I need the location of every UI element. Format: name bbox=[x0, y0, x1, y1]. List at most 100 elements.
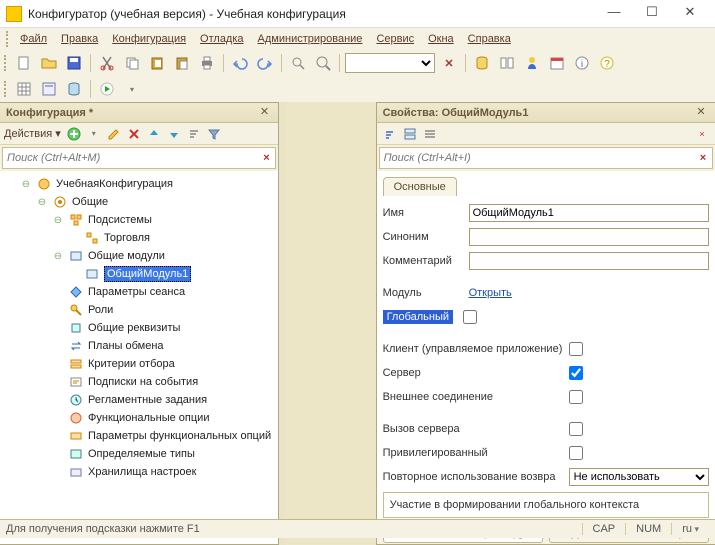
expand-icon[interactable]: ⊖ bbox=[52, 214, 64, 226]
input-name[interactable] bbox=[469, 204, 709, 222]
config-tree[interactable]: ⊖ УчебнаяКонфигурация ⊖ Общие ⊖ Подсисте… bbox=[0, 171, 278, 544]
check-external[interactable] bbox=[569, 390, 583, 404]
delete-icon[interactable] bbox=[125, 125, 143, 143]
props-search-clear[interactable]: × bbox=[694, 152, 712, 164]
move-up-icon[interactable] bbox=[145, 125, 163, 143]
clear-button[interactable]: ✕ bbox=[438, 52, 460, 74]
property-description: Участие в формировании глобального конте… bbox=[383, 492, 709, 518]
menu-windows[interactable]: Окна bbox=[422, 31, 460, 47]
status-lang[interactable]: ru bbox=[671, 523, 709, 535]
props-search-input[interactable] bbox=[380, 150, 694, 166]
close-button[interactable]: ✕ bbox=[671, 4, 709, 24]
info-icon[interactable]: i bbox=[571, 52, 593, 74]
tree-subsystems[interactable]: ⊖ Подсистемы bbox=[2, 211, 276, 229]
check-privileged[interactable] bbox=[569, 446, 583, 460]
open-button[interactable] bbox=[38, 52, 60, 74]
list-icon[interactable] bbox=[421, 125, 439, 143]
help-icon[interactable]: ? bbox=[596, 52, 618, 74]
menu-file[interactable]: Файл bbox=[14, 31, 53, 47]
form-icon[interactable] bbox=[38, 78, 60, 100]
input-synonym[interactable] bbox=[469, 228, 709, 246]
check-client[interactable] bbox=[569, 342, 583, 356]
config-search-input[interactable] bbox=[3, 150, 257, 166]
new-button[interactable] bbox=[13, 52, 35, 74]
config-search-clear[interactable]: × bbox=[257, 152, 275, 164]
paste-button[interactable] bbox=[146, 52, 168, 74]
db2-icon[interactable] bbox=[63, 78, 85, 100]
toolbar-grip[interactable] bbox=[4, 55, 7, 71]
category-icon[interactable] bbox=[401, 125, 419, 143]
tree-item[interactable]: Функциональные опции bbox=[2, 409, 276, 427]
save-button[interactable] bbox=[63, 52, 85, 74]
find-button[interactable] bbox=[287, 52, 309, 74]
run-icon[interactable] bbox=[96, 78, 118, 100]
tree-trade[interactable]: Торговля bbox=[2, 229, 276, 247]
menu-config[interactable]: Конфигурация bbox=[106, 31, 192, 47]
maximize-button[interactable]: ☐ bbox=[633, 4, 671, 24]
wizard-icon[interactable] bbox=[521, 52, 543, 74]
cut-button[interactable] bbox=[96, 52, 118, 74]
panel-close-icon[interactable]: ✕ bbox=[693, 105, 709, 121]
toolbar2-grip[interactable] bbox=[4, 81, 7, 97]
run-dropdown[interactable]: ▾ bbox=[121, 78, 143, 100]
check-callserver[interactable] bbox=[569, 422, 583, 436]
select-reuse[interactable]: Не использовать bbox=[569, 468, 709, 486]
tree-item[interactable]: Роли bbox=[2, 301, 276, 319]
tables-icon[interactable] bbox=[496, 52, 518, 74]
tree-item[interactable]: Параметры сеанса bbox=[2, 283, 276, 301]
actions-menu[interactable]: Действия ▾ bbox=[4, 127, 63, 140]
menu-grip[interactable] bbox=[6, 31, 9, 47]
tree-common[interactable]: ⊖ Общие bbox=[2, 193, 276, 211]
tree-item[interactable]: Подписки на события bbox=[2, 373, 276, 391]
edit-icon[interactable] bbox=[105, 125, 123, 143]
tree-item[interactable]: Критерии отбора bbox=[2, 355, 276, 373]
zoom-button[interactable] bbox=[312, 52, 334, 74]
criteria-icon bbox=[68, 356, 84, 372]
menu-edit[interactable]: Правка bbox=[55, 31, 104, 47]
tree-item[interactable]: Регламентные задания bbox=[2, 391, 276, 409]
tree-item[interactable]: Определяемые типы bbox=[2, 445, 276, 463]
minimize-button[interactable]: — bbox=[595, 4, 633, 24]
link-open[interactable]: Открыть bbox=[469, 287, 512, 299]
menu-help[interactable]: Справка bbox=[462, 31, 517, 47]
paste-special-button[interactable] bbox=[171, 52, 193, 74]
tree-item[interactable]: Хранилища настроек bbox=[2, 463, 276, 481]
move-down-icon[interactable] bbox=[165, 125, 183, 143]
add-dropdown[interactable]: ▾ bbox=[85, 125, 103, 143]
check-server[interactable] bbox=[569, 366, 583, 380]
row-reuse: Повторное использование возвра Не исполь… bbox=[383, 466, 709, 488]
tree-item[interactable]: Параметры функциональных опций bbox=[2, 427, 276, 445]
db-icon[interactable] bbox=[471, 52, 493, 74]
status-bar: Для получения подсказки нажмите F1 CAP N… bbox=[0, 519, 715, 538]
add-button[interactable] bbox=[65, 125, 83, 143]
menu-debug[interactable]: Отладка bbox=[194, 31, 249, 47]
grid-icon[interactable] bbox=[13, 78, 35, 100]
tree-common-modules[interactable]: ⊖ Общие модули bbox=[2, 247, 276, 265]
calendar-icon[interactable] bbox=[546, 52, 568, 74]
sort-icon[interactable] bbox=[185, 125, 203, 143]
expand-icon[interactable]: ⊖ bbox=[20, 178, 32, 190]
row-name: Имя bbox=[383, 202, 709, 224]
panel-close-icon[interactable]: ✕ bbox=[256, 105, 272, 121]
input-comment[interactable] bbox=[469, 252, 709, 270]
tree-module1[interactable]: ОбщийМодуль1 bbox=[2, 265, 276, 283]
row-external: Внешнее соединение bbox=[383, 386, 709, 408]
check-global[interactable] bbox=[463, 310, 477, 324]
expand-icon[interactable]: ⊖ bbox=[52, 250, 64, 262]
menu-admin[interactable]: Администрирование bbox=[252, 31, 369, 47]
filter-icon[interactable] bbox=[205, 125, 223, 143]
menu-service[interactable]: Сервис bbox=[370, 31, 420, 47]
copy-button[interactable] bbox=[121, 52, 143, 74]
tree-item[interactable]: Общие реквизиты bbox=[2, 319, 276, 337]
print-button[interactable] bbox=[196, 52, 218, 74]
tree-root[interactable]: ⊖ УчебнаяКонфигурация bbox=[2, 175, 276, 193]
tree-item[interactable]: Планы обмена bbox=[2, 337, 276, 355]
sort-asc-icon[interactable] bbox=[381, 125, 399, 143]
expand-icon[interactable]: ⊖ bbox=[36, 196, 48, 208]
combo-box[interactable] bbox=[345, 53, 435, 73]
pin-icon[interactable]: × bbox=[693, 125, 711, 143]
undo-button[interactable] bbox=[229, 52, 251, 74]
props-panel-title-bar: Свойства: ОбщийМодуль1 ✕ bbox=[377, 103, 715, 123]
tab-main[interactable]: Основные bbox=[383, 177, 457, 196]
redo-button[interactable] bbox=[254, 52, 276, 74]
